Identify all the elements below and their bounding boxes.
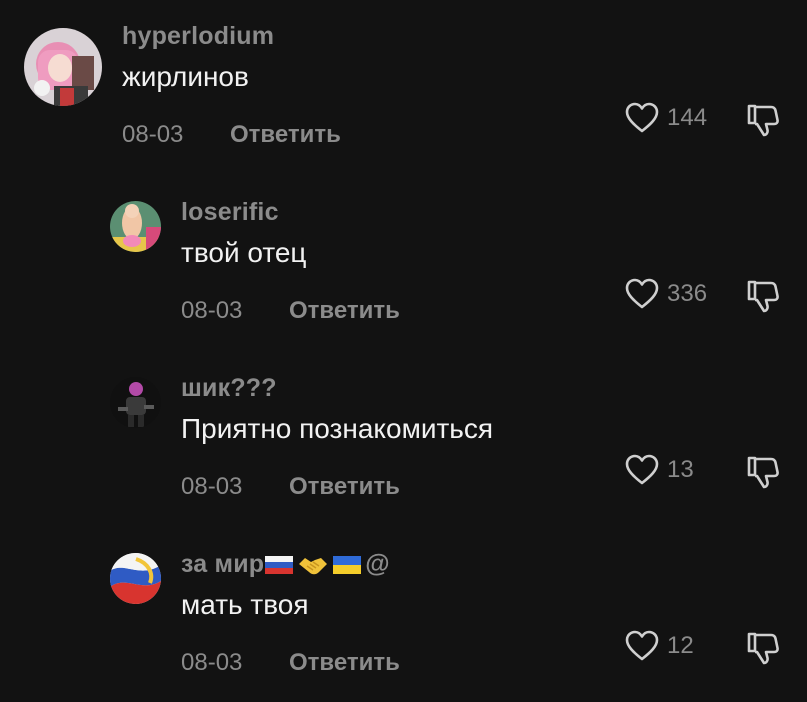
- heart-outline-icon: [625, 630, 659, 661]
- heart-outline-icon: [625, 454, 659, 485]
- reply-button[interactable]: Ответить: [289, 649, 400, 677]
- flag-swirl-avatar-image: [110, 553, 161, 604]
- dark-figure-avatar-image: [110, 377, 161, 428]
- reply-button[interactable]: Ответить: [289, 297, 400, 325]
- like-count: 336: [667, 280, 708, 307]
- like-button[interactable]: 13: [625, 454, 694, 486]
- username-suffix: @: [365, 550, 390, 578]
- like-button[interactable]: 12: [625, 630, 694, 662]
- like-count: 12: [667, 632, 694, 659]
- comment-date: 08-03: [122, 121, 184, 148]
- russia-flag-icon: [265, 556, 294, 575]
- like-count: 13: [667, 456, 694, 483]
- comment-username[interactable]: шик???: [181, 374, 277, 403]
- comment-username[interactable]: за мир @: [181, 550, 390, 579]
- comment-text: Приятно познакомиться: [181, 413, 494, 444]
- reply-button[interactable]: Ответить: [230, 121, 341, 149]
- plush-toy-avatar-image: [110, 201, 161, 252]
- like-count: 144: [667, 104, 708, 131]
- comment-text: твой отец: [181, 237, 307, 268]
- avatar[interactable]: [110, 377, 161, 428]
- avatar[interactable]: [24, 28, 102, 106]
- like-button[interactable]: 144: [625, 102, 707, 134]
- dislike-button[interactable]: [745, 278, 781, 314]
- thumbs-down-icon: [747, 104, 779, 137]
- dislike-button[interactable]: [745, 630, 781, 666]
- comment-date: 08-03: [181, 649, 243, 676]
- avatar[interactable]: [110, 201, 161, 252]
- handshake-icon: [299, 558, 328, 575]
- avatar[interactable]: [110, 553, 161, 604]
- comment-date: 08-03: [181, 297, 243, 324]
- dislike-button[interactable]: [745, 454, 781, 490]
- heart-outline-icon: [625, 102, 659, 133]
- comment-text: мать твоя: [181, 589, 309, 620]
- comment-username[interactable]: loserific: [181, 198, 279, 227]
- thumbs-down-icon: [747, 632, 779, 665]
- reply-button[interactable]: Ответить: [289, 473, 400, 501]
- comment-date: 08-03: [181, 473, 243, 500]
- like-button[interactable]: 336: [625, 278, 707, 310]
- comment-username[interactable]: hyperlodium: [122, 22, 274, 51]
- dislike-button[interactable]: [745, 102, 781, 138]
- heart-outline-icon: [625, 278, 659, 309]
- comment-text: жирлинов: [122, 61, 249, 92]
- thumbs-down-icon: [747, 456, 779, 489]
- ukraine-flag-icon: [333, 556, 362, 575]
- thumbs-down-icon: [747, 280, 779, 313]
- anime-girl-avatar-image: [24, 28, 102, 106]
- username-text: за мир: [181, 550, 265, 578]
